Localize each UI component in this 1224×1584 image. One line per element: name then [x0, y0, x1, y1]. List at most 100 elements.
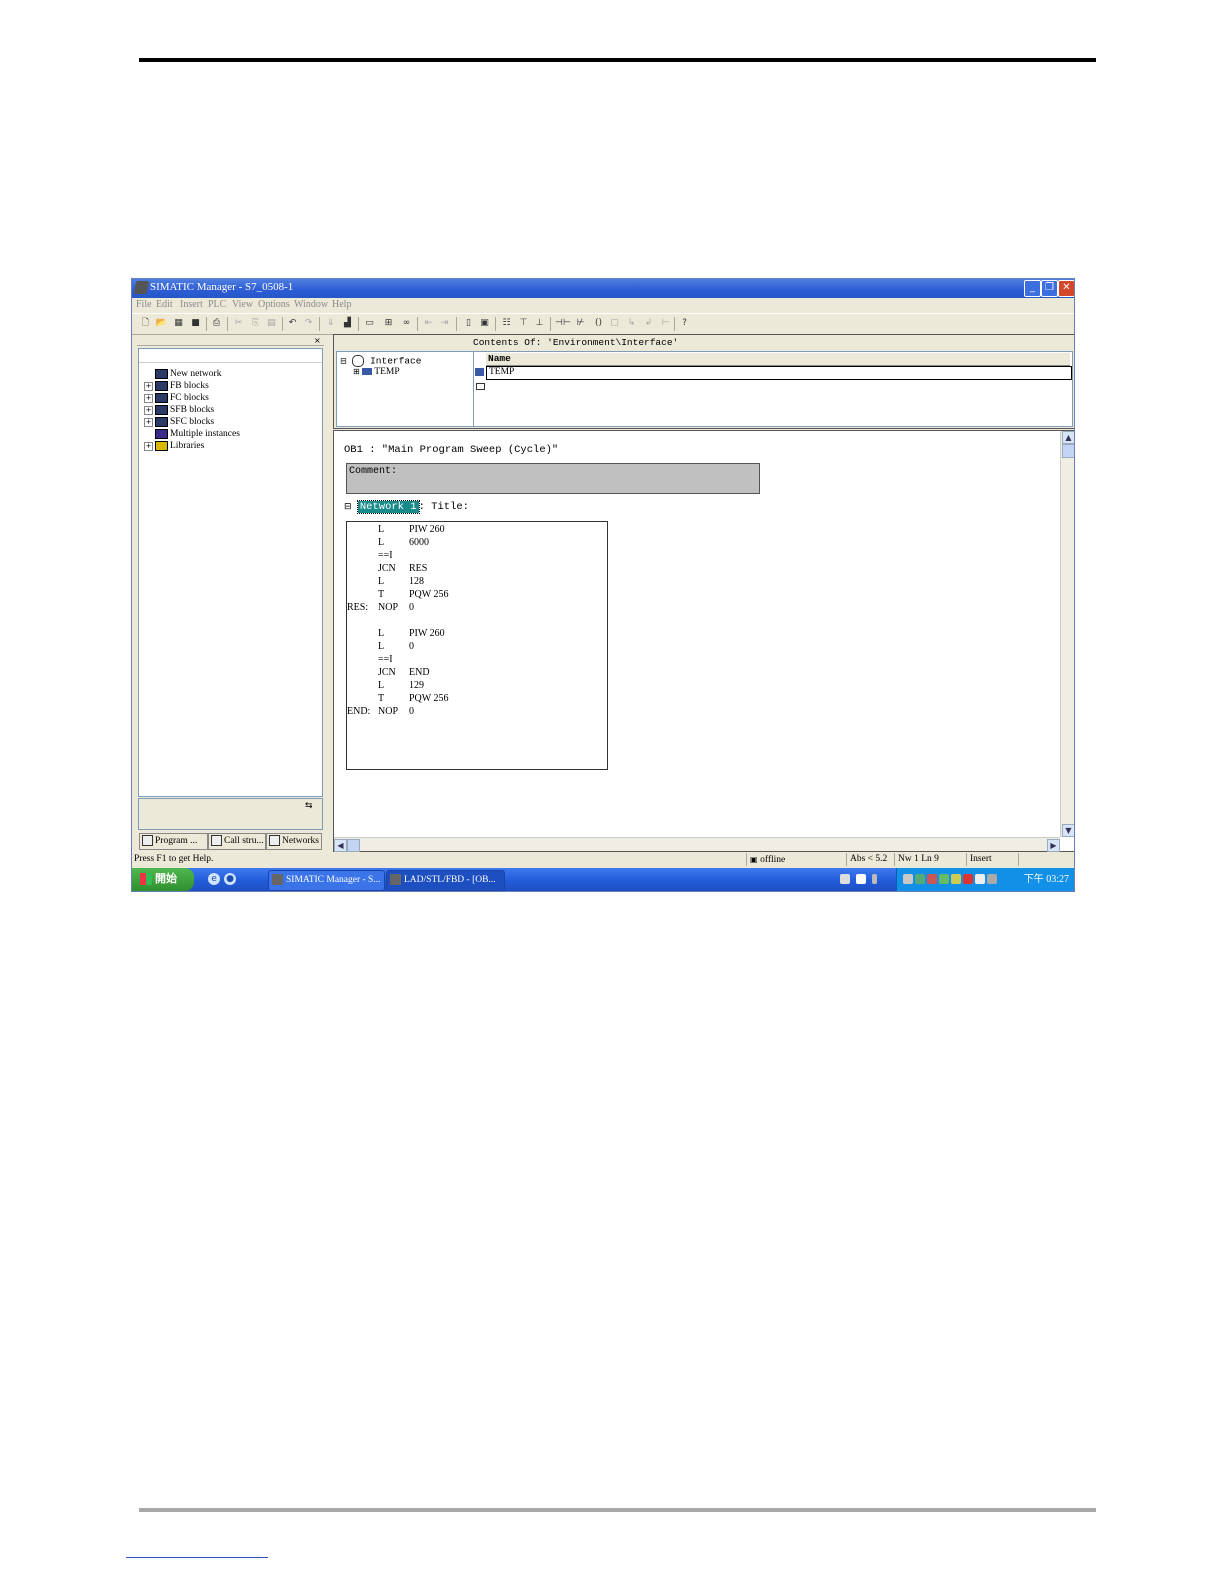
scroll-up-icon[interactable]: ▲: [1062, 431, 1074, 444]
tree-icon[interactable]: ⊤: [517, 317, 530, 329]
stl-icon[interactable]: ☷: [500, 317, 513, 329]
fbd-icon[interactable]: ▣: [478, 317, 491, 329]
connection-icon[interactable]: ⊢: [659, 317, 672, 329]
last-icon[interactable]: ⇥: [438, 317, 451, 329]
lad-icon[interactable]: ▯: [462, 317, 475, 329]
tree-item-sfb-blocks[interactable]: + SFB blocks: [144, 405, 214, 417]
clock[interactable]: 下午 03:27: [1024, 868, 1069, 891]
redo-icon[interactable]: ↷: [302, 317, 315, 329]
menu-options[interactable]: Options: [258, 299, 290, 310]
help-icon[interactable]: ?: [678, 317, 691, 329]
tree-expand-icon[interactable]: +: [144, 441, 153, 451]
tree-expand-icon[interactable]: +: [144, 405, 153, 415]
contact-no-icon[interactable]: ⊣⊢: [555, 317, 571, 329]
network-icon[interactable]: ⊞: [382, 317, 395, 329]
column-header-name[interactable]: Name: [486, 353, 1070, 366]
paste-icon[interactable]: ▤: [265, 317, 278, 329]
contact-nc-icon[interactable]: ⊬: [574, 317, 587, 329]
tab-networks[interactable]: Networks: [266, 833, 322, 850]
tree-item-label: Multiple instances: [170, 429, 240, 440]
stl-label: RES:: [347, 602, 369, 613]
ie-icon[interactable]: e: [208, 873, 220, 885]
cut-icon[interactable]: ✂: [232, 317, 245, 329]
taskbar-button-simatic[interactable]: SIMATIC Manager - S...: [268, 870, 385, 891]
scroll-left-icon[interactable]: ◀: [334, 839, 347, 852]
tree-item-fc-blocks[interactable]: + FC blocks: [144, 393, 209, 405]
scroll-thumb[interactable]: [1062, 444, 1074, 458]
keyboard-icon[interactable]: [840, 874, 850, 884]
code-editor[interactable]: OB1 : "Main Program Sweep (Cycle)" Comme…: [333, 430, 1074, 852]
monitor-icon[interactable]: ▟: [341, 317, 354, 329]
menu-help[interactable]: Help: [332, 299, 351, 310]
tree-expand-icon[interactable]: +: [144, 381, 153, 391]
start-button[interactable]: 開始: [132, 868, 194, 891]
glasses-icon[interactable]: ∞: [400, 317, 413, 329]
print-icon[interactable]: ⎙: [210, 317, 223, 329]
open-icon[interactable]: 📂: [155, 317, 168, 329]
tray-connection-icon[interactable]: [951, 874, 961, 884]
branch-close-icon[interactable]: ↲: [642, 317, 655, 329]
menu-file[interactable]: File: [136, 299, 152, 310]
network-title[interactable]: : Title:: [419, 501, 469, 513]
new-icon[interactable]: 🗋: [139, 317, 152, 329]
scroll-right-icon[interactable]: ▶: [1047, 839, 1060, 852]
coil-icon[interactable]: (): [592, 317, 605, 329]
tree-item-multiple-instances[interactable]: Multiple instances: [144, 429, 240, 441]
menu-window[interactable]: Window: [294, 299, 328, 310]
menu-edit[interactable]: Edit: [156, 299, 173, 310]
tree-expand-icon[interactable]: +: [144, 393, 153, 403]
tray-security-icon[interactable]: [963, 874, 973, 884]
box-icon[interactable]: ▢: [608, 317, 621, 329]
menu-plc[interactable]: PLC: [208, 299, 226, 310]
tree-item-libraries[interactable]: + Libraries: [144, 441, 204, 453]
temp-row-icon: [475, 368, 484, 376]
tree-item-interface[interactable]: ⊟ Interface: [340, 355, 421, 367]
media-icon[interactable]: ●: [224, 873, 236, 885]
tab-call-structure[interactable]: Call stru...: [208, 833, 266, 850]
tray-ime-icon[interactable]: [975, 874, 985, 884]
restore-button[interactable]: ❐: [1041, 280, 1058, 297]
menu-bar: File Edit Insert PLC View Options Window…: [132, 298, 1074, 313]
accessible-nodes-icon[interactable]: ▦: [172, 317, 185, 329]
collapse-icon[interactable]: ⊟: [340, 357, 347, 366]
menu-view[interactable]: View: [232, 299, 253, 310]
table-row[interactable]: TEMP: [486, 366, 1072, 380]
copy-icon[interactable]: ⎘: [249, 317, 262, 329]
tray-app-icon[interactable]: [903, 874, 913, 884]
scroll-down-icon[interactable]: ▼: [1062, 824, 1074, 837]
stl-code-area[interactable]: L PIW 260 L 6000 ==I JCN RES L 128 T PQW 256 RES: NO…: [346, 521, 608, 770]
tree-item-temp[interactable]: ⊞ TEMP: [353, 367, 400, 377]
scroll-thumb[interactable]: [347, 839, 360, 852]
expand-icon[interactable]: ⊞: [353, 367, 360, 376]
vertical-scrollbar[interactable]: ▲ ▼: [1060, 431, 1074, 837]
tree-item-new-network[interactable]: New network: [144, 369, 221, 381]
minimize-button[interactable]: _: [1024, 280, 1041, 297]
pen-icon[interactable]: [872, 874, 877, 884]
tray-antivirus-icon[interactable]: [927, 874, 937, 884]
branch-open-icon[interactable]: ↳: [625, 317, 638, 329]
tab-program-elements[interactable]: Program ...: [139, 833, 208, 850]
tray-volume-icon[interactable]: [987, 874, 997, 884]
close-button[interactable]: ✕: [1058, 280, 1074, 297]
pane-close-icon[interactable]: ×: [314, 336, 321, 345]
first-icon[interactable]: ⇤: [422, 317, 435, 329]
save-icon[interactable]: ■: [189, 317, 202, 329]
block-comment[interactable]: Comment:: [346, 463, 760, 494]
taskbar-button-ladstl[interactable]: LAD/STL/FBD - [OB...: [386, 870, 505, 891]
overview-icon[interactable]: ▭: [363, 317, 376, 329]
tree-expand-icon[interactable]: +: [144, 417, 153, 427]
download-icon[interactable]: ⇓: [324, 317, 337, 329]
tree-item-sfc-blocks[interactable]: + SFC blocks: [144, 417, 214, 429]
help-tray-icon[interactable]: [856, 874, 866, 884]
tree-item-fb-blocks[interactable]: + FB blocks: [144, 381, 209, 393]
menu-insert[interactable]: Insert: [180, 299, 203, 310]
horizontal-scrollbar[interactable]: ◀ ▶: [334, 837, 1060, 852]
network-label[interactable]: Network 1: [356, 500, 420, 514]
tray-network-icon[interactable]: [915, 874, 925, 884]
title-bar[interactable]: SIMATIC Manager - S7_0508-1 _ ❐ ✕: [132, 279, 1074, 298]
branch-icon[interactable]: ⊥: [533, 317, 546, 329]
tray-update-icon[interactable]: [939, 874, 949, 884]
insert-element-icon[interactable]: ⇆: [305, 801, 319, 815]
undo-icon[interactable]: ↶: [286, 317, 299, 329]
collapse-icon[interactable]: ⊟: [344, 502, 352, 512]
